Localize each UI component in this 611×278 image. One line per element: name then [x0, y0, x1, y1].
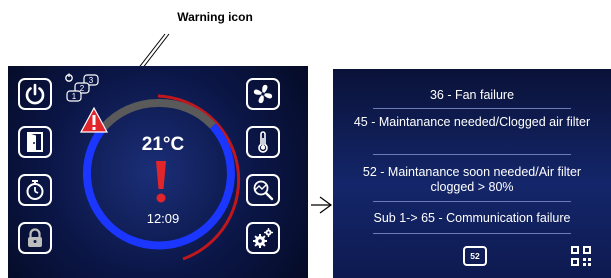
svg-text:3: 3 — [89, 76, 94, 85]
lock-icon — [28, 228, 42, 247]
fan-button[interactable] — [246, 78, 280, 110]
unit-numbers-icon: 3 2 1 — [65, 73, 99, 102]
settings-button[interactable] — [246, 222, 280, 254]
svg-text:1: 1 — [72, 92, 77, 101]
gears-icon — [253, 228, 273, 248]
warning-icon-callout: Warning icon — [177, 10, 253, 24]
timer-button[interactable] — [18, 174, 52, 206]
divider — [373, 233, 571, 234]
temperature-readout: 21°C — [141, 134, 185, 155]
fault-item[interactable]: 45 - Maintanance needed/Clogged air filt… — [343, 115, 601, 130]
warning-icon[interactable] — [80, 107, 108, 133]
power-icon — [25, 83, 45, 105]
door-button[interactable] — [18, 126, 52, 158]
chart-magnifier-icon — [253, 180, 274, 201]
fault-item[interactable]: 36 - Fan failure — [343, 88, 601, 103]
thermometer-icon — [258, 131, 268, 153]
door-icon — [27, 132, 43, 152]
fan-icon — [253, 84, 273, 104]
alert-exclamation-icon — [156, 161, 166, 203]
lock-button[interactable] — [18, 222, 52, 254]
fault-list-screen: 36 - Fan failure 45 - Maintanance needed… — [333, 69, 611, 278]
main-screen: 3 2 1 21°C 12:09 — [8, 66, 308, 278]
divider — [373, 201, 571, 202]
chart-analysis-button[interactable] — [246, 174, 280, 206]
fault-item[interactable]: 52 - Maintanance soon needed/Air filter … — [343, 165, 601, 195]
fault-item[interactable]: Sub 1-> 65 - Communication failure — [343, 211, 601, 226]
fault-code-badge[interactable]: 52 — [463, 246, 487, 266]
qr-code-icon[interactable] — [571, 246, 591, 266]
timer-icon — [26, 180, 44, 200]
clock-time: 12:09 — [146, 211, 180, 226]
thermometer-button[interactable] — [246, 126, 280, 158]
divider — [373, 154, 571, 155]
power-button[interactable] — [18, 78, 52, 110]
divider — [373, 108, 571, 109]
